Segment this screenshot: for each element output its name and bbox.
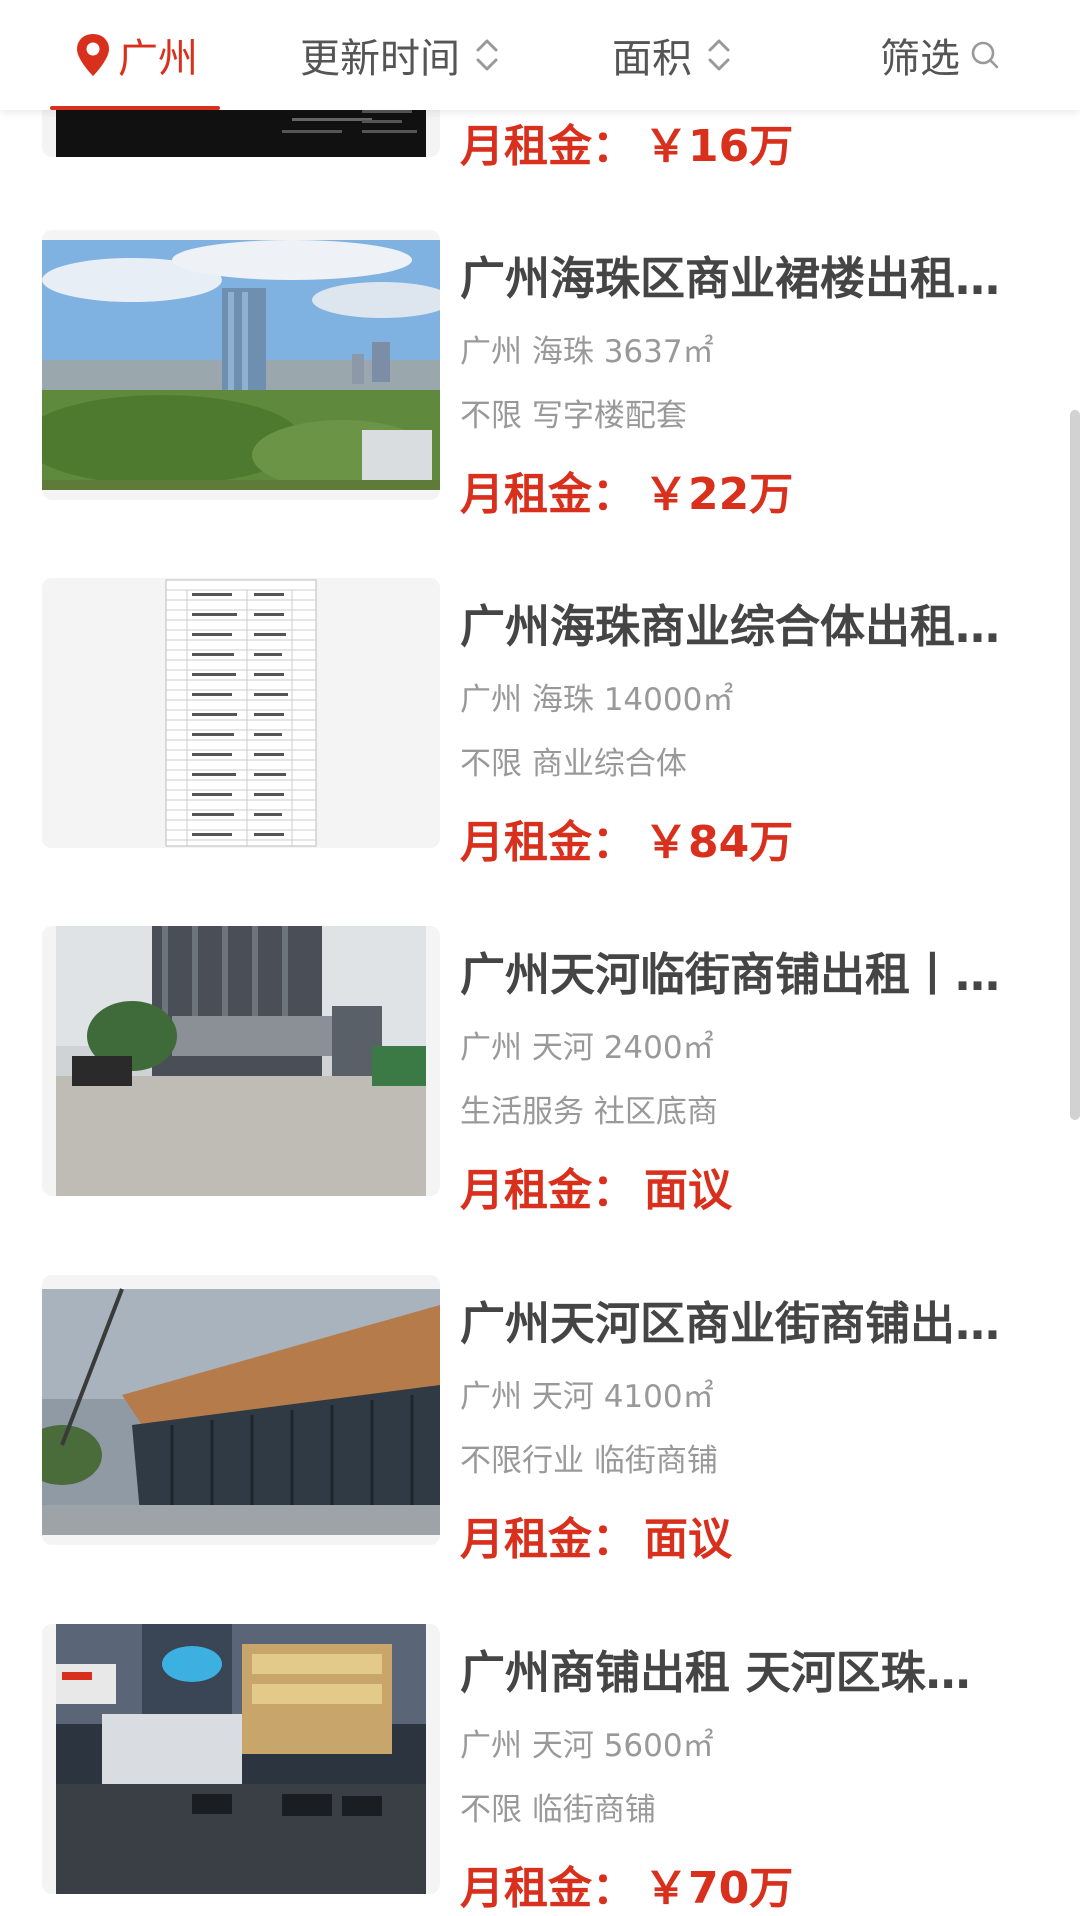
price-value: 面议	[644, 1514, 732, 1565]
city-tab-underline	[50, 106, 220, 110]
listing-title[interactable]: 广州天河区商业街商铺出…	[460, 1287, 1010, 1352]
price-value: ￥22万	[644, 469, 794, 520]
price-value: ￥16万	[644, 121, 794, 172]
sort-toggle-icon	[708, 39, 730, 71]
price-value: ￥70万	[644, 1863, 794, 1914]
price-prefix: 月租金：	[460, 1165, 636, 1216]
filter-label: 筛选	[880, 36, 960, 82]
listing-price: 月租金： ￥16万	[460, 110, 793, 174]
listing-price: 月租金： 面议	[460, 1154, 732, 1218]
price-value: ￥84万	[644, 817, 794, 868]
city-label: 广州	[118, 36, 198, 82]
listing-price: 月租金： ￥84万	[460, 806, 793, 870]
price-prefix: 月租金：	[460, 469, 636, 520]
sort-by-update-time[interactable]: 更新时间	[300, 0, 500, 110]
listing-thumbnail	[42, 230, 440, 500]
price-prefix: 月租金：	[460, 1514, 636, 1565]
listing-location-area: 广州 海珠 14000㎡	[460, 682, 734, 718]
listing-tags: 不限行业 临街商铺	[460, 1443, 718, 1479]
listing-tags: 不限 商业综合体	[460, 746, 687, 782]
listing-tags: 不限 临街商铺	[460, 1792, 656, 1828]
price-prefix: 月租金：	[460, 121, 636, 172]
scrollbar[interactable]	[1070, 410, 1080, 1120]
price-prefix: 月租金：	[460, 1863, 636, 1914]
listing-location-area: 广州 天河 4100㎡	[460, 1379, 714, 1415]
listing-tags: 生活服务 社区底商	[460, 1094, 718, 1130]
listing-price: 月租金： ￥22万	[460, 458, 793, 522]
listing-price: 月租金： ￥70万	[460, 1852, 793, 1916]
listing-title[interactable]: 广州商铺出租 天河区珠江…	[460, 1636, 1010, 1701]
listing-thumbnail	[42, 1275, 440, 1545]
sort-area-label: 面积	[612, 36, 692, 82]
city-selector[interactable]: 广州	[74, 0, 198, 110]
search-icon	[971, 41, 999, 69]
listing-title[interactable]: 广州天河临街商铺出租丨…	[460, 938, 1010, 1003]
sort-time-label: 更新时间	[300, 36, 460, 82]
listing-card[interactable]: 广州商铺出租 天河区珠江… 广州 天河 5600㎡ 不限 临街商铺 月租金： ￥7…	[0, 1624, 1060, 1914]
listing-card[interactable]: 广州天河区商业街商铺出… 广州 天河 4100㎡ 不限行业 临街商铺 月租金：面…	[0, 1275, 1060, 1565]
listing-card[interactable]: 广州天河临街商铺出租丨… 广州 天河 2400㎡ 生活服务 社区底商 月租金：面…	[0, 926, 1060, 1216]
listing-thumbnail	[42, 926, 440, 1196]
listing-price: 月租金： 面议	[460, 1503, 732, 1567]
location-pin-icon	[77, 34, 109, 76]
filter-button[interactable]: 筛选	[880, 0, 1000, 110]
listing-title[interactable]: 广州海珠区商业裙楼出租…	[460, 242, 1010, 307]
listing-location-area: 广州 天河 2400㎡	[460, 1030, 714, 1066]
price-value: 面议	[644, 1165, 732, 1216]
listing-thumbnail	[42, 578, 440, 848]
sort-by-area[interactable]: 面积	[612, 0, 732, 110]
listing-card[interactable]: 广州海珠区商业裙楼出租… 广州 海珠 3637㎡ 不限 写字楼配套 月租金： ￥2…	[0, 230, 1060, 520]
sort-toggle-icon	[476, 39, 498, 71]
listing-tags: 不限 写字楼配套	[460, 398, 687, 434]
filter-bar: 广州 更新时间 面积 筛选	[0, 0, 1080, 110]
listing-card[interactable]: 广州海珠商业综合体出租… 广州 海珠 14000㎡ 不限 商业综合体 月租金： ￥…	[0, 578, 1060, 868]
listing-location-area: 广州 天河 5600㎡	[460, 1728, 714, 1764]
listing-title[interactable]: 广州海珠商业综合体出租…	[460, 590, 1010, 655]
price-prefix: 月租金：	[460, 817, 636, 868]
listing-thumbnail	[42, 1624, 440, 1894]
listing-location-area: 广州 海珠 3637㎡	[460, 334, 714, 370]
scrollbar-thumb[interactable]	[1070, 410, 1080, 1120]
